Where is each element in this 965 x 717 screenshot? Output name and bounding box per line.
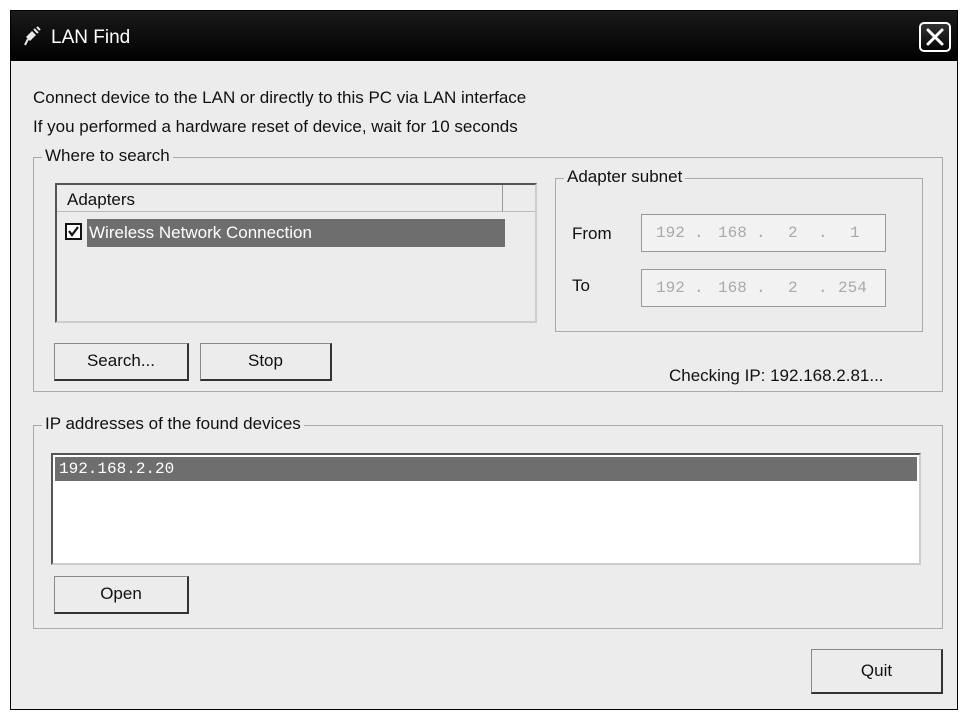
ip-dot: . bbox=[756, 279, 766, 297]
to-octet-4: 254 bbox=[838, 279, 867, 297]
where-to-search-label: Where to search bbox=[42, 146, 173, 166]
ip-dot: . bbox=[756, 224, 766, 242]
from-octet-4: 1 bbox=[850, 224, 860, 242]
list-item[interactable]: Wireless Network Connection bbox=[65, 219, 505, 247]
instruction-line-2: If you performed a hardware reset of dev… bbox=[33, 117, 518, 136]
open-button[interactable]: Open bbox=[54, 576, 189, 614]
from-octet-3: 2 bbox=[788, 224, 798, 242]
instruction-line-1: Connect device to the LAN or directly to… bbox=[33, 88, 527, 107]
adapter-checkbox[interactable] bbox=[65, 223, 82, 240]
found-devices-label: IP addresses of the found devices bbox=[42, 414, 304, 434]
ip-dot: . bbox=[694, 224, 704, 242]
adapter-label: Wireless Network Connection bbox=[87, 219, 505, 247]
adapters-header-filler bbox=[503, 185, 535, 212]
title-bar[interactable]: LAN Find bbox=[11, 11, 957, 61]
ip-dot: . bbox=[694, 279, 704, 297]
to-label: To bbox=[572, 276, 590, 295]
ip-dot: . bbox=[818, 279, 828, 297]
adapter-subnet-group: Adapter subnet bbox=[555, 167, 923, 332]
checkmark-icon bbox=[68, 226, 79, 237]
found-devices-list[interactable]: 192.168.2.20 bbox=[51, 453, 921, 565]
from-octet-1: 192 bbox=[656, 224, 685, 242]
stop-button[interactable]: Stop bbox=[200, 343, 332, 381]
to-ip-field[interactable]: 192 . 168 . 2 . 254 bbox=[641, 269, 886, 307]
checking-status: Checking IP: 192.168.2.81... bbox=[669, 366, 884, 385]
from-label: From bbox=[572, 224, 612, 243]
from-octet-2: 168 bbox=[718, 224, 747, 242]
lan-find-window: LAN Find Connect device to the LAN or di… bbox=[10, 10, 958, 710]
close-button[interactable] bbox=[919, 22, 951, 52]
adapters-column-header[interactable]: Adapters bbox=[57, 185, 503, 212]
adapter-subnet-label: Adapter subnet bbox=[564, 167, 686, 187]
ip-dot: . bbox=[818, 224, 828, 242]
to-octet-2: 168 bbox=[718, 279, 747, 297]
to-octet-3: 2 bbox=[788, 279, 798, 297]
network-plug-icon bbox=[23, 24, 47, 48]
window-title: LAN Find bbox=[51, 27, 131, 48]
to-octet-1: 192 bbox=[656, 279, 685, 297]
search-button[interactable]: Search... bbox=[54, 343, 189, 381]
list-item[interactable]: 192.168.2.20 bbox=[55, 457, 917, 481]
adapters-list[interactable]: Adapters Wireless Network Connection bbox=[55, 183, 537, 323]
quit-button[interactable]: Quit bbox=[811, 649, 943, 694]
close-icon bbox=[926, 28, 944, 46]
from-ip-field[interactable]: 192 . 168 . 2 . 1 bbox=[641, 214, 886, 252]
